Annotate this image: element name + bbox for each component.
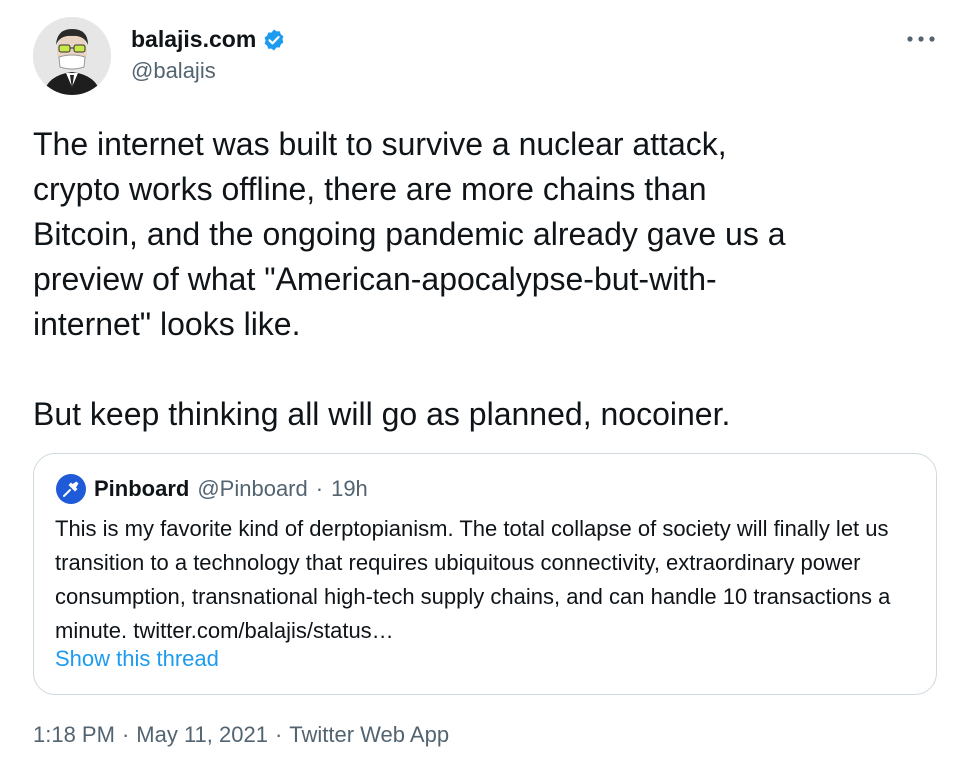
more-horizontal-icon xyxy=(907,36,935,42)
show-thread-link[interactable]: Show this thread xyxy=(55,646,219,672)
tweet-card: balajis.com @balajis The internet was bu… xyxy=(0,0,968,774)
tweet-meta-row: 1:18 PM · May 11, 2021 · Twitter Web App xyxy=(33,722,449,748)
quoted-tweet-time[interactable]: 19h xyxy=(331,476,368,502)
quoted-author-handle[interactable]: @Pinboard xyxy=(197,476,307,502)
meta-separator: · xyxy=(121,722,130,747)
author-avatar[interactable] xyxy=(33,17,111,95)
author-name-row: balajis.com xyxy=(131,26,286,53)
quoted-tweet-text: This is my favorite kind of derptopianis… xyxy=(55,516,891,643)
pinboard-logo-icon xyxy=(56,474,86,504)
tweet-text: The internet was built to survive a nucl… xyxy=(33,126,786,432)
author-handle[interactable]: @balajis xyxy=(131,58,216,84)
author-name[interactable]: balajis.com xyxy=(131,26,256,53)
tweet-source-link[interactable]: Twitter Web App xyxy=(289,722,449,747)
quoted-author-name[interactable]: Pinboard xyxy=(94,476,189,502)
quoted-tweet[interactable]: Pinboard @Pinboard · 19h This is my favo… xyxy=(33,453,937,695)
quoted-meta-separator: · xyxy=(315,476,324,501)
quoted-tweet-header: Pinboard @Pinboard · 19h xyxy=(56,474,368,504)
verified-badge-icon xyxy=(262,28,286,52)
avatar-illustration xyxy=(33,17,111,95)
tweet-date[interactable]: May 11, 2021 xyxy=(136,722,268,747)
tweet-time[interactable]: 1:18 PM xyxy=(33,722,115,747)
meta-separator: · xyxy=(274,722,283,747)
more-options-button[interactable] xyxy=(904,26,938,52)
